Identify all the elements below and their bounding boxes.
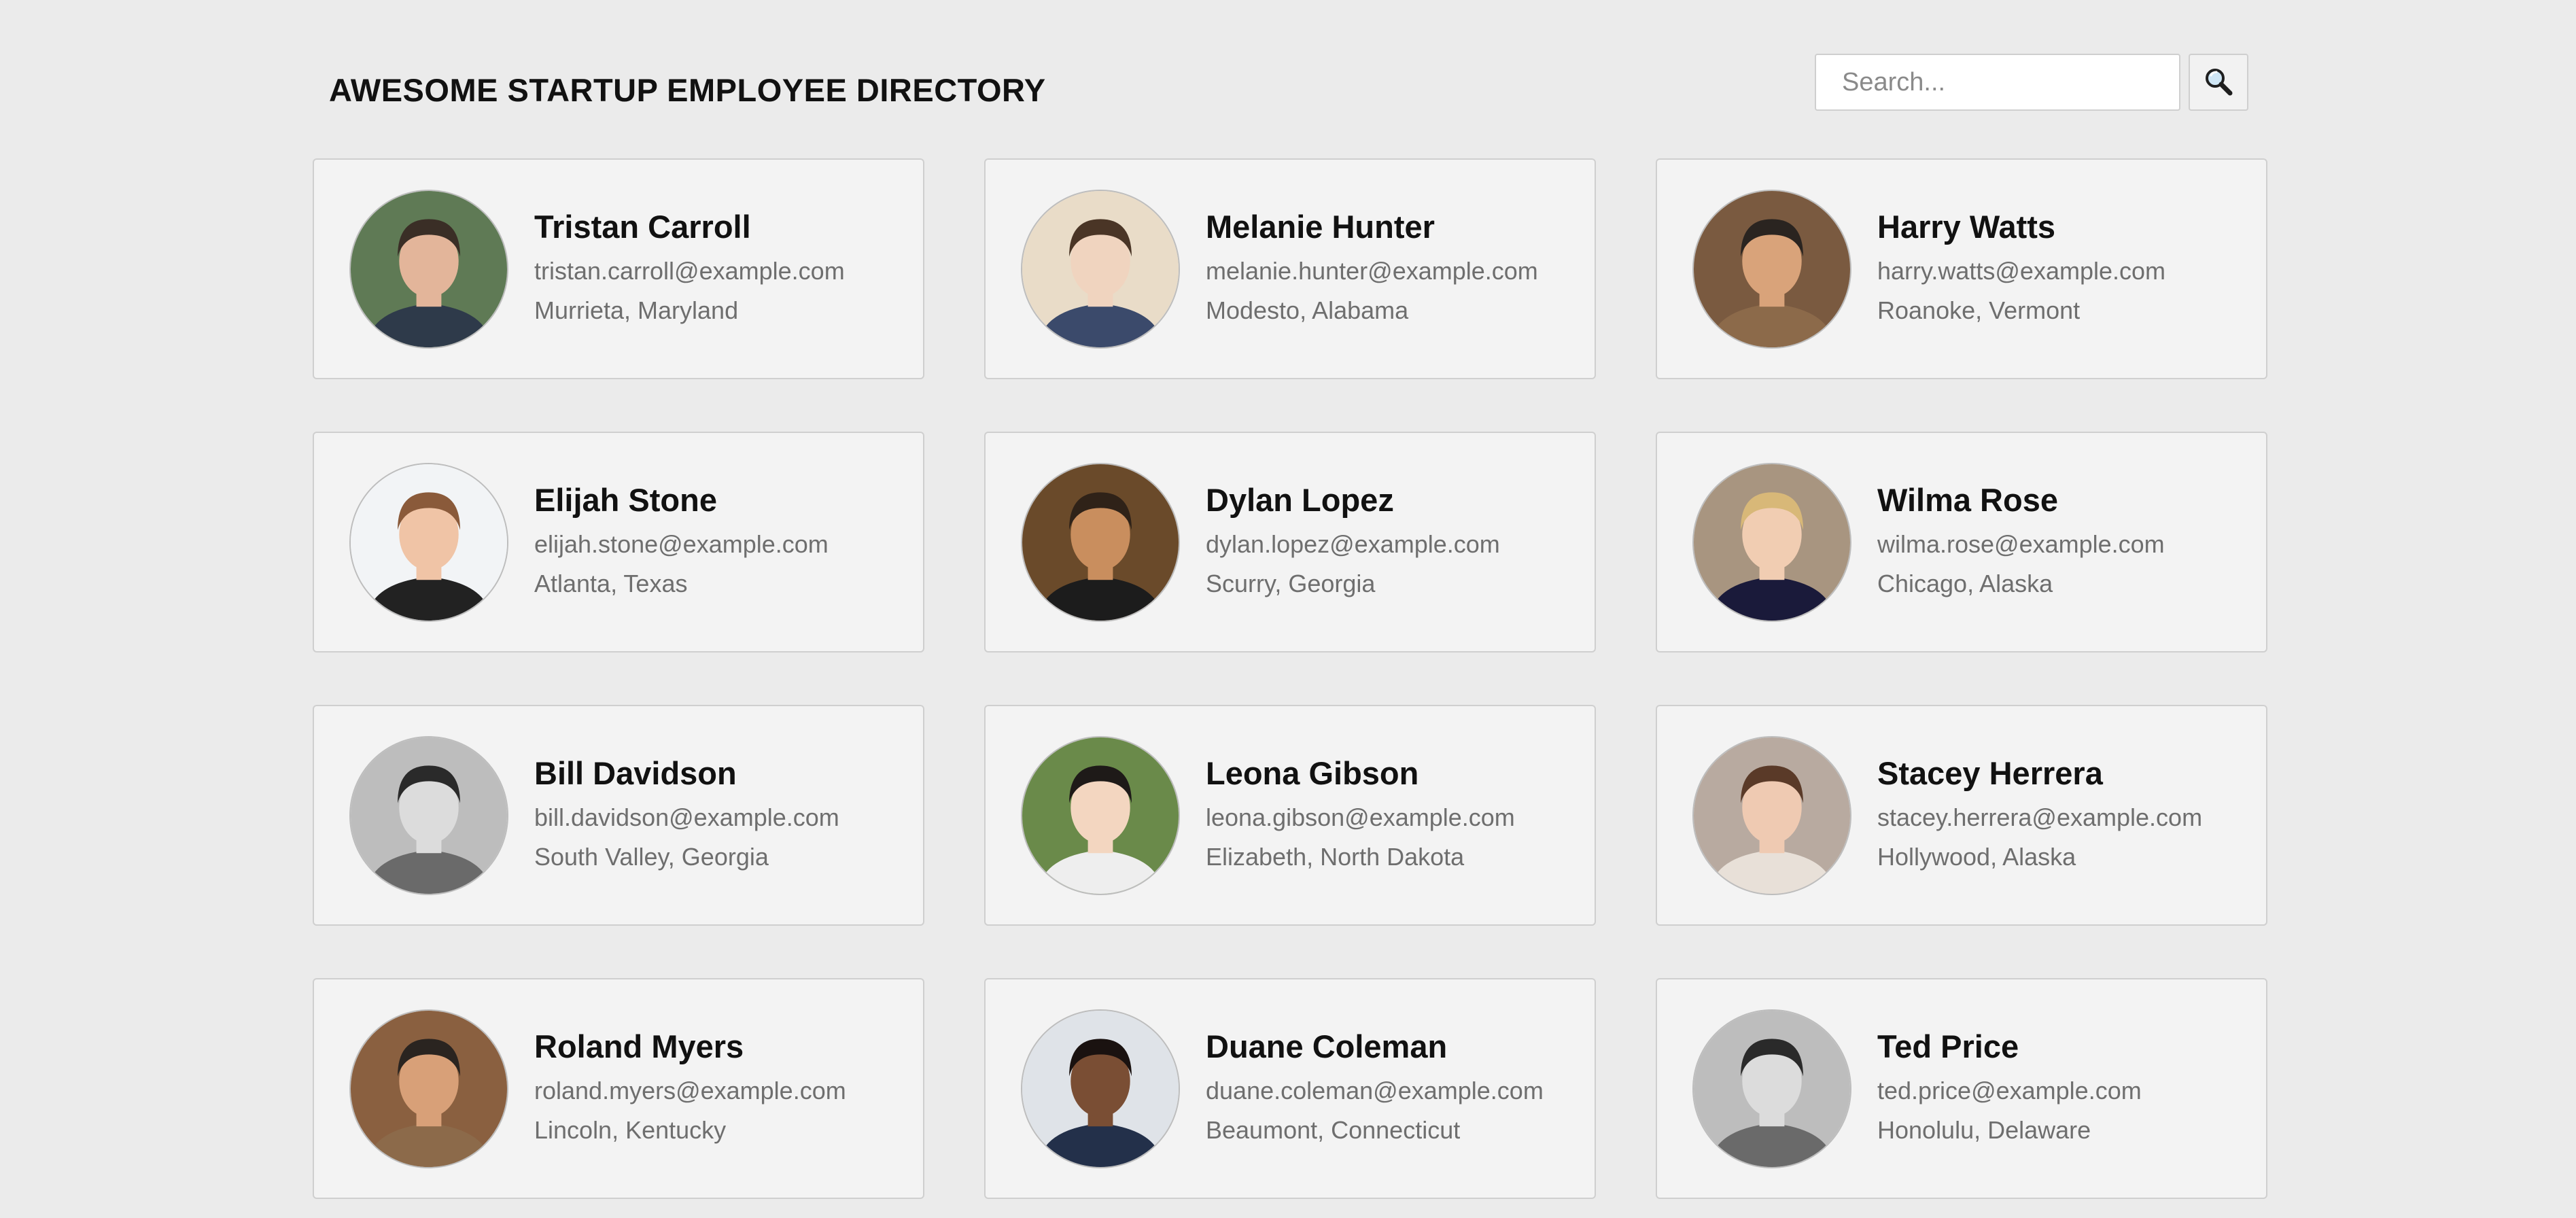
employee-card[interactable]: Leona Gibson leona.gibson@example.com El…	[984, 705, 1596, 926]
employee-avatar	[1692, 189, 1851, 349]
employee-location: Honolulu, Delaware	[1877, 1115, 2091, 1144]
employee-avatar	[1021, 462, 1180, 622]
employee-gallery: Tristan Carroll tristan.carroll@example.…	[313, 158, 2267, 1199]
employee-location: South Valley, Georgia	[534, 842, 769, 871]
employee-info: Harry Watts harry.watts@example.com Roan…	[1877, 208, 2165, 330]
employee-name: Roland Myers	[534, 1028, 744, 1064]
employee-email: dylan.lopez@example.com	[1206, 529, 1500, 558]
employee-name: Elijah Stone	[534, 481, 717, 518]
employee-name: Harry Watts	[1877, 208, 2056, 245]
employee-email: melanie.hunter@example.com	[1206, 256, 1538, 285]
employee-info: Ted Price ted.price@example.com Honolulu…	[1877, 1028, 2142, 1150]
employee-location: Modesto, Alabama	[1206, 296, 1409, 324]
employee-location: Atlanta, Texas	[534, 569, 688, 597]
employee-email: ted.price@example.com	[1877, 1076, 2142, 1104]
employee-location: Elizabeth, North Dakota	[1206, 842, 1465, 871]
employee-card[interactable]: Wilma Rose wilma.rose@example.com Chicag…	[1656, 432, 2267, 652]
employee-name: Ted Price	[1877, 1028, 2019, 1064]
employee-avatar	[1021, 735, 1180, 895]
employee-card[interactable]: Stacey Herrera stacey.herrera@example.co…	[1656, 705, 2267, 926]
employee-email: elijah.stone@example.com	[534, 529, 829, 558]
employee-card[interactable]: Dylan Lopez dylan.lopez@example.com Scur…	[984, 432, 1596, 652]
employee-avatar	[1021, 1009, 1180, 1168]
employee-card[interactable]: Bill Davidson bill.davidson@example.com …	[313, 705, 924, 926]
employee-name: Leona Gibson	[1206, 754, 1419, 791]
employee-email: duane.coleman@example.com	[1206, 1076, 1544, 1104]
employee-info: Wilma Rose wilma.rose@example.com Chicag…	[1877, 481, 2165, 604]
employee-name: Bill Davidson	[534, 754, 737, 791]
employee-name: Melanie Hunter	[1206, 208, 1435, 245]
employee-location: Lincoln, Kentucky	[534, 1115, 727, 1144]
employee-avatar	[1692, 735, 1851, 895]
employee-card[interactable]: Ted Price ted.price@example.com Honolulu…	[1656, 978, 2267, 1199]
employee-email: stacey.herrera@example.com	[1877, 803, 2203, 831]
employee-card[interactable]: Melanie Hunter melanie.hunter@example.co…	[984, 158, 1596, 379]
employee-avatar	[349, 735, 508, 895]
employee-avatar	[349, 189, 508, 349]
employee-card[interactable]: Elijah Stone elijah.stone@example.com At…	[313, 432, 924, 652]
search-form	[1815, 54, 2248, 111]
employee-avatar	[349, 462, 508, 622]
employee-location: Scurry, Georgia	[1206, 569, 1376, 597]
employee-info: Bill Davidson bill.davidson@example.com …	[534, 754, 839, 877]
directory-page: AWESOME STARTUP EMPLOYEE DIRECTORY Searc…	[0, 0, 2576, 1218]
page-title: AWESOME STARTUP EMPLOYEE DIRECTORY	[329, 72, 1046, 108]
employee-location: Beaumont, Connecticut	[1206, 1115, 1461, 1144]
employee-info: Elijah Stone elijah.stone@example.com At…	[534, 481, 829, 604]
search-input[interactable]	[1815, 54, 2180, 111]
employee-email: roland.myers@example.com	[534, 1076, 846, 1104]
employee-location: Chicago, Alaska	[1877, 569, 2053, 597]
employee-info: Leona Gibson leona.gibson@example.com El…	[1206, 754, 1515, 877]
employee-name: Stacey Herrera	[1877, 754, 2103, 791]
employee-avatar	[1021, 189, 1180, 349]
employee-email: leona.gibson@example.com	[1206, 803, 1515, 831]
employee-email: bill.davidson@example.com	[534, 803, 839, 831]
employee-email: harry.watts@example.com	[1877, 256, 2166, 285]
employee-avatar	[349, 1009, 508, 1168]
employee-card[interactable]: Harry Watts harry.watts@example.com Roan…	[1656, 158, 2267, 379]
employee-card[interactable]: Duane Coleman duane.coleman@example.com …	[984, 978, 1596, 1199]
employee-card[interactable]: Roland Myers roland.myers@example.com Li…	[313, 978, 924, 1199]
magnifying-glass-icon	[2203, 66, 2234, 99]
employee-card[interactable]: Tristan Carroll tristan.carroll@example.…	[313, 158, 924, 379]
employee-name: Duane Coleman	[1206, 1028, 1448, 1064]
search-button[interactable]	[2189, 54, 2248, 111]
employee-info: Duane Coleman duane.coleman@example.com …	[1206, 1028, 1544, 1150]
employee-name: Tristan Carroll	[534, 208, 751, 245]
employee-location: Roanoke, Vermont	[1877, 296, 2081, 324]
employee-avatar	[1692, 462, 1851, 622]
employee-email: wilma.rose@example.com	[1877, 529, 2165, 558]
employee-location: Murrieta, Maryland	[534, 296, 739, 324]
employee-avatar	[1692, 1009, 1851, 1168]
employee-info: Dylan Lopez dylan.lopez@example.com Scur…	[1206, 481, 1500, 604]
employee-name: Wilma Rose	[1877, 481, 2058, 518]
employee-name: Dylan Lopez	[1206, 481, 1394, 518]
employee-location: Hollywood, Alaska	[1877, 842, 2076, 871]
employee-info: Tristan Carroll tristan.carroll@example.…	[534, 208, 845, 330]
employee-info: Melanie Hunter melanie.hunter@example.co…	[1206, 208, 1538, 330]
employee-info: Stacey Herrera stacey.herrera@example.co…	[1877, 754, 2202, 877]
employee-email: tristan.carroll@example.com	[534, 256, 845, 285]
employee-info: Roland Myers roland.myers@example.com Li…	[534, 1028, 846, 1150]
